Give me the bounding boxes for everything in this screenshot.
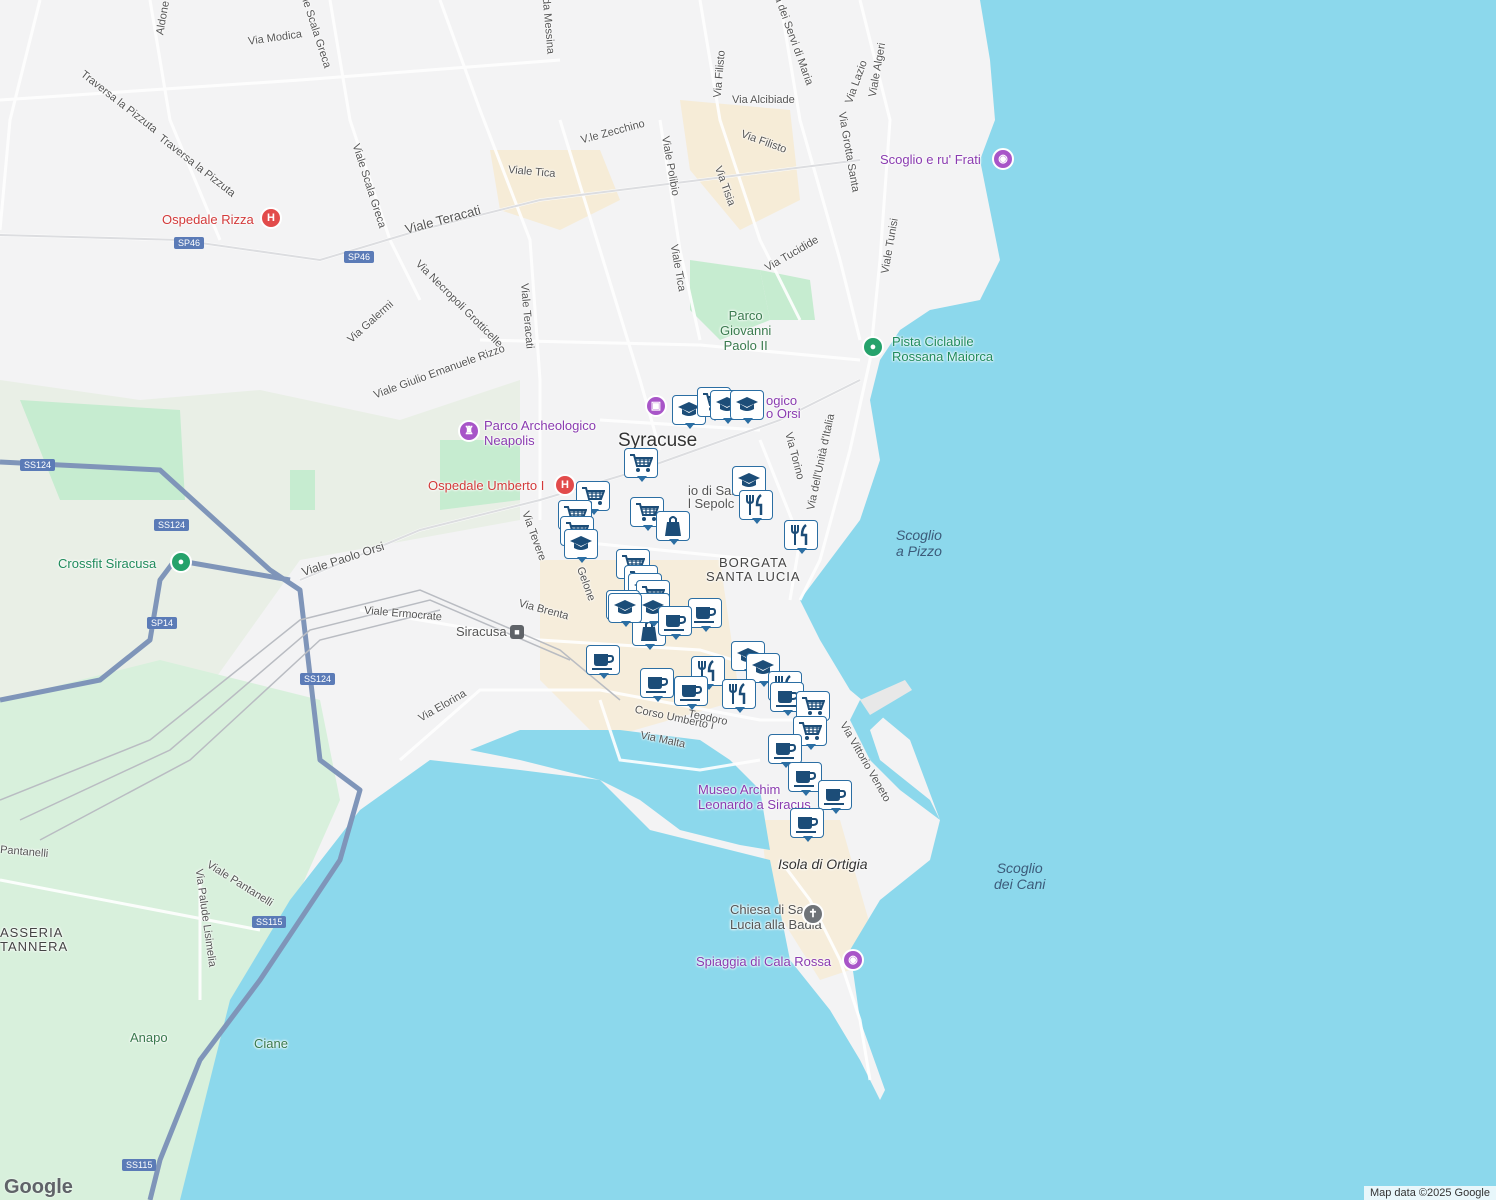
shopping-bag-icon [665, 516, 681, 536]
restaurant-marker[interactable] [784, 520, 820, 554]
coffee-marker[interactable] [640, 668, 676, 702]
shopping-cart-icon [802, 697, 825, 715]
camera-icon[interactable]: ◉ [842, 949, 864, 971]
coffee-icon [794, 771, 817, 787]
shopping-bag-marker[interactable] [656, 511, 692, 545]
restaurant-marker[interactable] [722, 679, 758, 713]
park-label: Parco Giovanni Paolo II [720, 308, 772, 353]
map-attribution: Map data ©2025 Google [1363, 1186, 1496, 1200]
coffee-marker[interactable] [658, 606, 694, 640]
shopping-cart-marker[interactable] [624, 448, 660, 482]
poi-label: Spiaggia di Cala Rossa [696, 954, 832, 969]
island-label: Isola di Ortigia [778, 856, 868, 872]
river-label: Anapo [130, 1030, 168, 1045]
coffee-icon [824, 789, 847, 805]
education-marker[interactable] [730, 390, 766, 424]
shield-sp46-1: SP46 [174, 237, 205, 249]
coffee-icon [694, 607, 717, 623]
education-icon [570, 536, 592, 550]
restaurant-marker[interactable] [739, 490, 775, 524]
restaurant-icon [746, 494, 763, 515]
museum-icon[interactable]: ▣ [645, 395, 667, 417]
hospital-icon[interactable]: H [554, 474, 576, 496]
poi-label: Pista Ciclabile Rossana Maiorca [892, 334, 994, 364]
shield-sp14: SP14 [147, 617, 178, 629]
coffee-icon [796, 817, 819, 833]
map-canvas[interactable]: SP46 SP46 SS124 SS124 SP14 SS124 SS115 S… [0, 0, 1496, 1200]
education-icon [614, 600, 636, 614]
poi-label: ogico o Orsi [766, 393, 801, 421]
hospital-label: Ospedale Umberto I [428, 478, 545, 493]
coffee-icon [592, 654, 615, 670]
hospital-label: Ospedale Rizza [162, 212, 254, 227]
shield-ss124-1: SS124 [20, 459, 56, 471]
water-label: Scoglio a Pizzo [896, 527, 942, 559]
coffee-icon [646, 677, 669, 693]
hospital-icon[interactable]: H [260, 207, 282, 229]
area-label: ASSERIA TANNERA [0, 925, 69, 954]
coffee-icon [664, 615, 687, 631]
coffee-icon [774, 743, 797, 759]
poi-label: Scoglio e ru' Frati [880, 152, 981, 167]
station-icon[interactable]: ■ [510, 625, 524, 639]
education-icon [738, 473, 760, 487]
district-label: BORGATA SANTA LUCIA [706, 555, 801, 584]
station-label: Siracusa [456, 624, 507, 639]
camera-icon[interactable]: ◉ [992, 148, 1014, 170]
poi-label: io di San l Sepolc [688, 483, 739, 511]
coffee-icon [680, 685, 703, 701]
park-icon[interactable]: ● [862, 336, 884, 358]
church-icon[interactable]: ✝ [802, 903, 824, 925]
landmark-icon[interactable]: ♜ [458, 420, 480, 442]
gym-icon[interactable]: ● [170, 551, 192, 573]
education-marker[interactable] [608, 593, 644, 627]
poi-label: Parco Archeologico Neapolis [484, 418, 597, 448]
water-label: Scoglio dei Cani [994, 860, 1046, 892]
poi-label: Crossfit Siracusa [58, 556, 157, 571]
shield-ss124-3: SS124 [300, 673, 336, 685]
coffee-marker[interactable] [790, 808, 826, 842]
coffee-marker[interactable] [586, 645, 622, 679]
street-label: Via Alcibiade [732, 94, 795, 106]
restaurant-icon [791, 524, 808, 545]
shield-ss124-2: SS124 [154, 519, 190, 531]
shield-ss115-2: SS115 [122, 1159, 157, 1171]
coffee-marker[interactable] [674, 676, 710, 710]
education-icon [736, 397, 758, 411]
shopping-cart-icon [630, 454, 653, 472]
shield-sp46-2: SP46 [344, 251, 375, 263]
education-marker[interactable] [564, 529, 600, 563]
river-label: Ciane [254, 1036, 288, 1051]
google-logo: Google [4, 1176, 73, 1198]
restaurant-icon [729, 683, 746, 704]
shield-ss115-1: SS115 [252, 916, 287, 928]
